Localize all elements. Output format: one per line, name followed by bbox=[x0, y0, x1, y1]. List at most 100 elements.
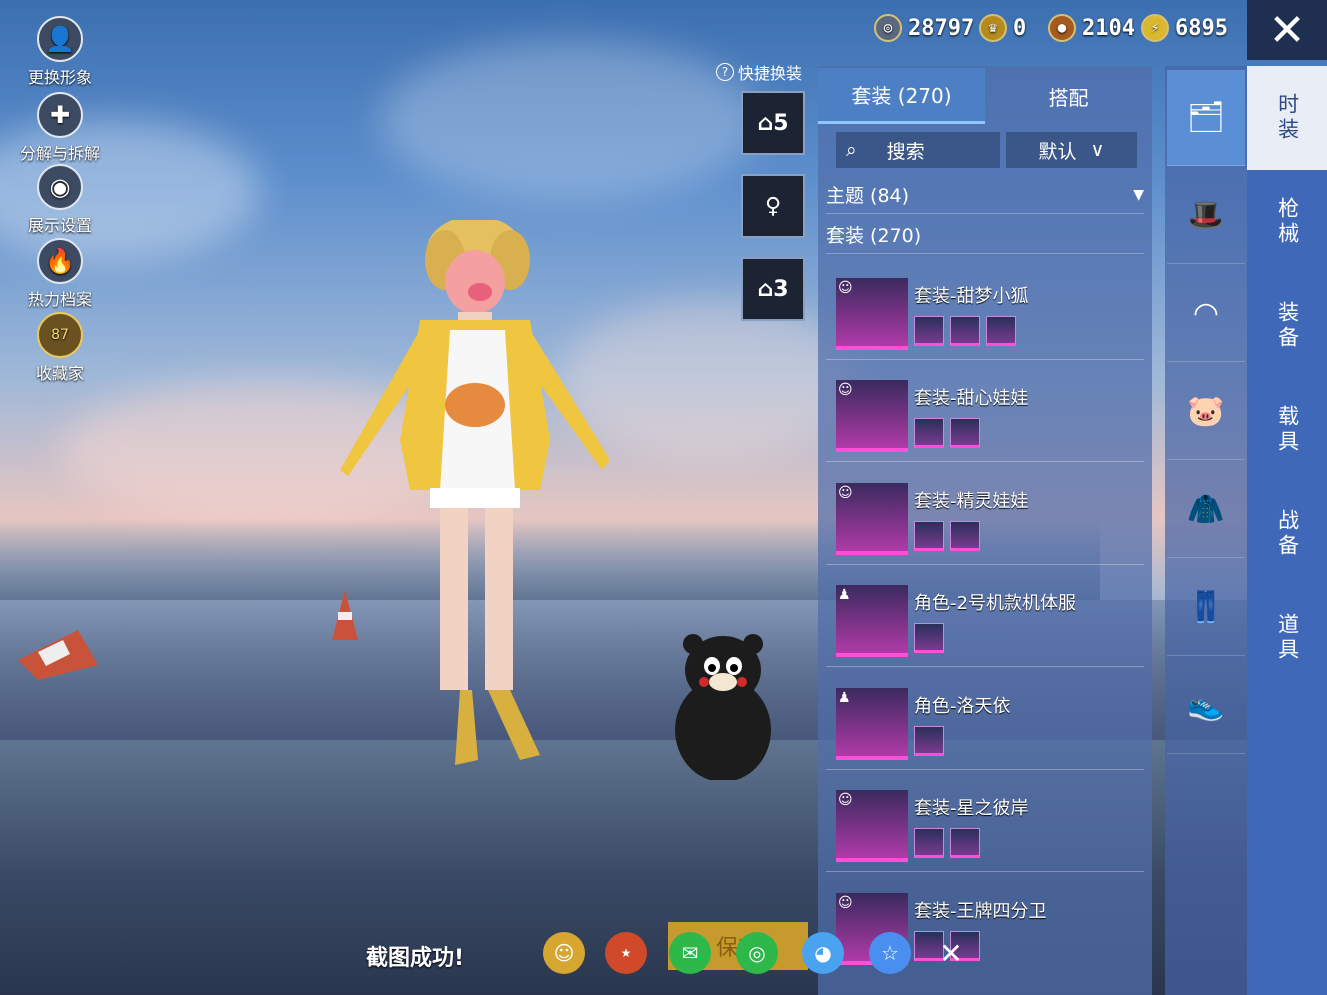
quick-change-slot-2[interactable]: ♀ bbox=[741, 174, 805, 238]
tab-combat[interactable]: 战备 bbox=[1247, 482, 1327, 586]
outfit-thumbnail: ☺ bbox=[836, 790, 908, 862]
part-thumbnail[interactable] bbox=[950, 828, 980, 858]
panel-tabs: 套装 (270) 搭配 bbox=[818, 68, 1152, 124]
wardrobe-icon: 🗂 bbox=[1186, 100, 1226, 135]
display-settings-button[interactable]: ◉ 展示设置 bbox=[14, 164, 106, 236]
heat-profile-button[interactable]: 🔥 热力档案 bbox=[14, 238, 106, 310]
flame-icon: 🔥 bbox=[37, 238, 83, 284]
screenshot-success-message: 截图成功! bbox=[366, 946, 465, 971]
part-thumbnail[interactable] bbox=[914, 623, 944, 653]
close-icon: ✕ bbox=[939, 936, 963, 970]
list-item[interactable]: ♟ 角色-2号机款机体服 bbox=[826, 567, 1144, 667]
crown-coin-icon: ♛ bbox=[979, 14, 1007, 42]
list-item[interactable]: ♟ 角色-洛天依 bbox=[826, 670, 1144, 770]
qq-icon: ◕ bbox=[814, 941, 832, 965]
hat-icon: 🎩 bbox=[1187, 198, 1225, 233]
part-thumbnail[interactable] bbox=[950, 521, 980, 551]
smiley-icon: ☺ bbox=[838, 792, 853, 808]
part-thumbnail[interactable] bbox=[950, 418, 980, 448]
slot-outfit[interactable]: 🗂 bbox=[1167, 70, 1245, 166]
tab-vehicles[interactable]: 载具 bbox=[1247, 378, 1327, 482]
tab-guns[interactable]: 枪械 bbox=[1247, 170, 1327, 274]
part-thumbnail[interactable] bbox=[950, 316, 980, 346]
slot-shoes[interactable]: 👟 bbox=[1167, 658, 1245, 754]
smiley-icon: ☺ bbox=[838, 485, 853, 501]
tab-combos[interactable]: 搭配 bbox=[985, 68, 1152, 124]
outfit-thumbnail: ☺ bbox=[836, 278, 908, 350]
avatar-icon: 👤 bbox=[37, 16, 83, 62]
search-input[interactable]: ⌕ 搜索 bbox=[836, 132, 1000, 168]
hanger-icon: ⌂ bbox=[757, 276, 774, 302]
slot-pants[interactable]: 👖 bbox=[1167, 560, 1245, 656]
slot-top[interactable]: 🧥 bbox=[1167, 462, 1245, 558]
lightning-coin-icon: ⚡ bbox=[1141, 14, 1169, 42]
outfit-thumbnail: ☺ bbox=[836, 483, 908, 555]
puzzle-icon: ✚ bbox=[37, 92, 83, 138]
pet-bear[interactable] bbox=[668, 630, 778, 780]
change-avatar-button[interactable]: 👤 更换形象 bbox=[14, 16, 106, 88]
chevron-down-icon: ∨ bbox=[1090, 139, 1105, 161]
search-icon: ⌕ bbox=[846, 139, 857, 161]
wechat-icon: ✉ bbox=[681, 941, 699, 965]
shoes-icon: 👟 bbox=[1187, 688, 1225, 723]
jacket-icon: 🧥 bbox=[1187, 492, 1225, 527]
smiley-icon: ☺ bbox=[838, 895, 853, 911]
part-thumbnail[interactable] bbox=[914, 316, 944, 346]
lightning-currency: ⚡ 6895 bbox=[1141, 14, 1228, 42]
close-icon: ✕ bbox=[1268, 4, 1306, 56]
smiley-icon: ☺ bbox=[838, 382, 853, 398]
collector-button[interactable]: 87 收藏家 bbox=[14, 312, 106, 384]
bronze-currency: ● 2104 bbox=[1048, 14, 1135, 42]
outfit-thumbnail: ♟ bbox=[836, 688, 908, 760]
silver-coin-icon: ◎ bbox=[874, 14, 902, 42]
character-icon: ♟ bbox=[838, 587, 851, 603]
game-logo-icon: ★ bbox=[620, 946, 632, 960]
part-thumbnail[interactable] bbox=[914, 521, 944, 551]
list-item[interactable]: ☺ 套装-星之彼岸 bbox=[826, 772, 1144, 872]
tab-fashion[interactable]: 时装 bbox=[1247, 66, 1327, 170]
part-thumbnail[interactable] bbox=[986, 316, 1016, 346]
eye-icon: ◉ bbox=[37, 164, 83, 210]
smiley-icon: ☺ bbox=[838, 280, 853, 296]
profile-icon: ☺ bbox=[553, 941, 575, 965]
list-item[interactable]: ☺ 套装-甜梦小狐 bbox=[826, 260, 1144, 360]
part-thumbnail[interactable] bbox=[914, 418, 944, 448]
sort-dropdown[interactable]: 默认 ∨ bbox=[1006, 132, 1137, 168]
silver-currency: ◎ 28797 bbox=[874, 14, 974, 42]
share-qq-button[interactable]: ◕ bbox=[802, 932, 844, 974]
share-game-button[interactable]: ★ bbox=[605, 932, 647, 974]
share-wechat-button[interactable]: ✉ bbox=[669, 932, 711, 974]
close-button[interactable]: ✕ bbox=[1247, 0, 1327, 60]
tab-sets[interactable]: 套装 (270) bbox=[818, 68, 985, 124]
help-icon[interactable]: ? bbox=[716, 63, 734, 81]
bronze-coin-icon: ● bbox=[1048, 14, 1076, 42]
crown-currency: ♛ 0 bbox=[979, 14, 1026, 42]
share-profile-button[interactable]: ☺ bbox=[543, 932, 585, 974]
share-moments-button[interactable]: ◎ bbox=[736, 932, 778, 974]
slot-hat[interactable]: 🎩 bbox=[1167, 168, 1245, 264]
slot-mask[interactable]: 🐷 bbox=[1167, 364, 1245, 460]
category-theme[interactable]: 主题 (84) ▼ bbox=[826, 176, 1144, 214]
close-share-button[interactable]: ✕ bbox=[930, 932, 972, 974]
list-item[interactable]: ☺ 套装-精灵娃娃 bbox=[826, 465, 1144, 565]
qzone-icon: ☆ bbox=[881, 941, 899, 965]
quick-change-slot-1[interactable]: ⌂ 5 bbox=[741, 91, 805, 155]
slot-glasses[interactable]: ◠ bbox=[1167, 266, 1245, 362]
dismantle-button[interactable]: ✚ 分解与拆解 bbox=[14, 92, 106, 164]
pants-icon: 👖 bbox=[1187, 590, 1225, 625]
traffic-cone-icon bbox=[18, 630, 98, 680]
quick-change-slot-3[interactable]: ⌂ 3 bbox=[741, 257, 805, 321]
part-thumbnail[interactable] bbox=[914, 726, 944, 756]
tab-items[interactable]: 道具 bbox=[1247, 586, 1327, 690]
list-item[interactable]: ☺ 套装-甜心娃娃 bbox=[826, 362, 1144, 462]
pig-mask-icon: 🐷 bbox=[1187, 394, 1225, 429]
player-character[interactable] bbox=[310, 220, 640, 780]
outfit-preview-icon: ♀ bbox=[764, 193, 782, 219]
part-thumbnail[interactable] bbox=[914, 828, 944, 858]
tab-gear[interactable]: 装备 bbox=[1247, 274, 1327, 378]
collector-badge-icon: 87 bbox=[37, 312, 83, 358]
category-sets[interactable]: 套装 (270) bbox=[826, 216, 1144, 254]
visor-icon: ◠ bbox=[1192, 296, 1220, 331]
character-icon: ♟ bbox=[838, 690, 851, 706]
share-qzone-button[interactable]: ☆ bbox=[869, 932, 911, 974]
